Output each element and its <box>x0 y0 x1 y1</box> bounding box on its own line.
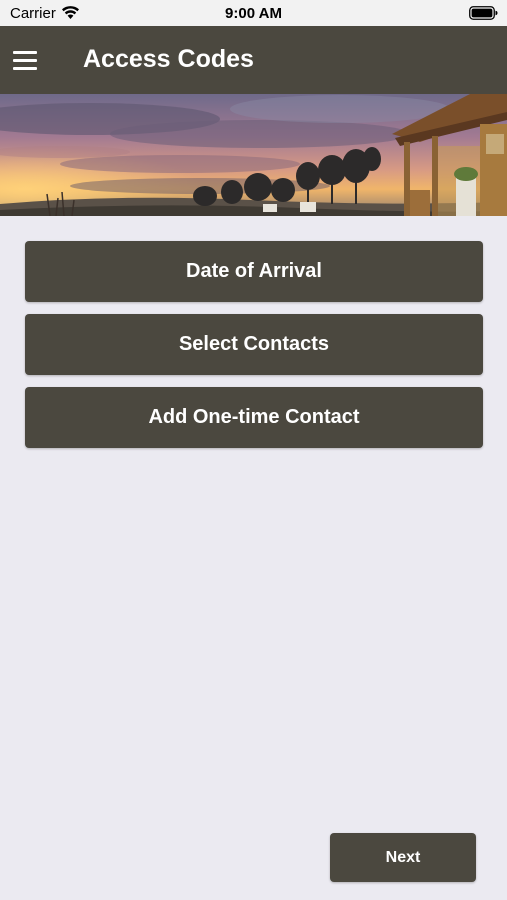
add-one-time-contact-button[interactable]: Add One-time Contact <box>25 387 483 448</box>
access-codes-screen: Carrier 9:00 AM Access Codes Date of Arr… <box>0 0 507 900</box>
nav-bar: Access Codes <box>0 26 507 94</box>
select-contacts-button[interactable]: Select Contacts <box>25 314 483 375</box>
date-of-arrival-button[interactable]: Date of Arrival <box>25 241 483 302</box>
banner-image <box>0 94 507 216</box>
next-button[interactable]: Next <box>330 833 476 882</box>
status-time: 9:00 AM <box>225 5 282 22</box>
page-title: Access Codes <box>83 45 254 73</box>
next-label: Next <box>385 848 421 866</box>
add-one-time-contact-label: Add One-time Contact <box>148 406 360 428</box>
status-bar: Carrier 9:00 AM <box>0 0 507 26</box>
hamburger-menu-icon[interactable] <box>13 51 37 71</box>
battery-icon <box>469 6 498 20</box>
date-of-arrival-label: Date of Arrival <box>186 260 322 282</box>
select-contacts-label: Select Contacts <box>178 333 330 355</box>
